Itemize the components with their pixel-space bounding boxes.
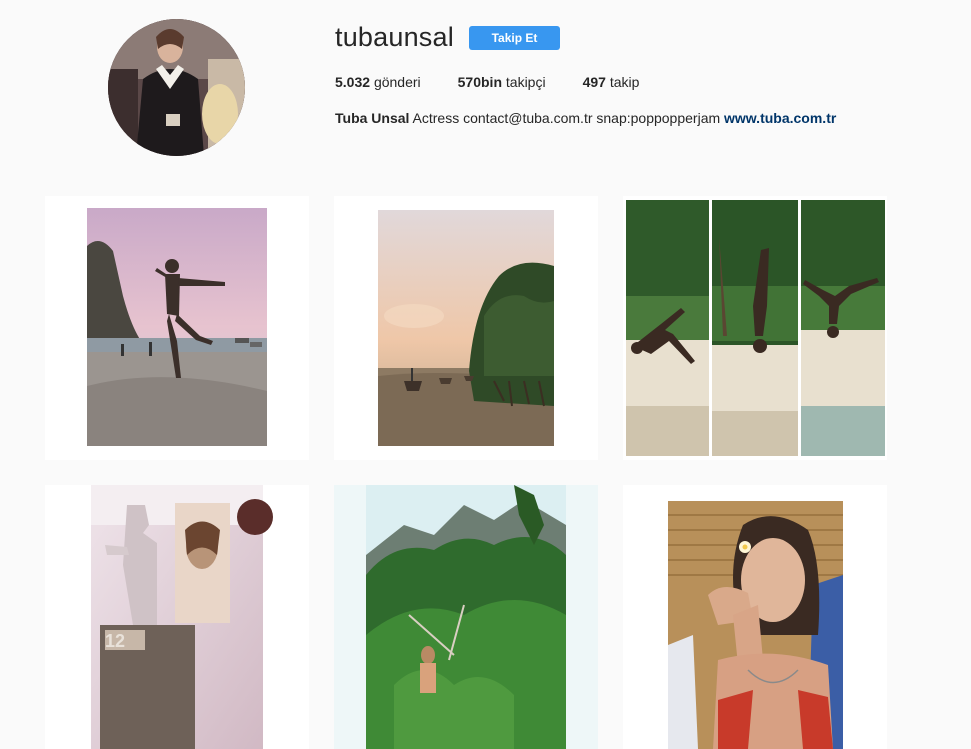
followers-count-label: takipçi xyxy=(505,74,546,90)
posts-count-label: gönderi xyxy=(373,74,421,90)
bio-full-name: Tuba Unsal xyxy=(335,110,410,126)
bio-text: Actress contact@tuba.com.tr snap:poppopp… xyxy=(412,110,721,126)
followers-count[interactable]: 570bin takipçi xyxy=(458,74,546,90)
following-count-label: takip xyxy=(609,74,640,90)
following-count-value: 497 xyxy=(582,74,606,90)
post-thumbnail[interactable] xyxy=(623,196,887,460)
follow-button[interactable]: Takip Et xyxy=(469,26,560,50)
posts-count: 5.032 gönderi xyxy=(335,74,421,90)
posts-count-value: 5.032 xyxy=(335,74,371,90)
profile-username: tubaunsal xyxy=(335,22,454,52)
post-thumbnail[interactable]: 12 xyxy=(45,485,309,749)
post-thumbnail[interactable] xyxy=(334,196,598,460)
svg-text:12: 12 xyxy=(105,631,125,651)
bio-website-link[interactable]: www.tuba.com.tr xyxy=(724,110,836,126)
profile-bio: Tuba Unsal Actress contact@tuba.com.tr s… xyxy=(335,110,836,126)
profile-stats: 5.032 gönderi 570bin takipçi 497 takip xyxy=(335,74,676,90)
post-thumbnail[interactable] xyxy=(334,485,598,749)
followers-count-value: 570bin xyxy=(457,74,502,90)
post-thumbnail[interactable] xyxy=(45,196,309,460)
post-thumbnail[interactable] xyxy=(623,485,887,749)
profile-avatar[interactable] xyxy=(108,19,245,156)
following-count[interactable]: 497 takip xyxy=(583,74,640,90)
